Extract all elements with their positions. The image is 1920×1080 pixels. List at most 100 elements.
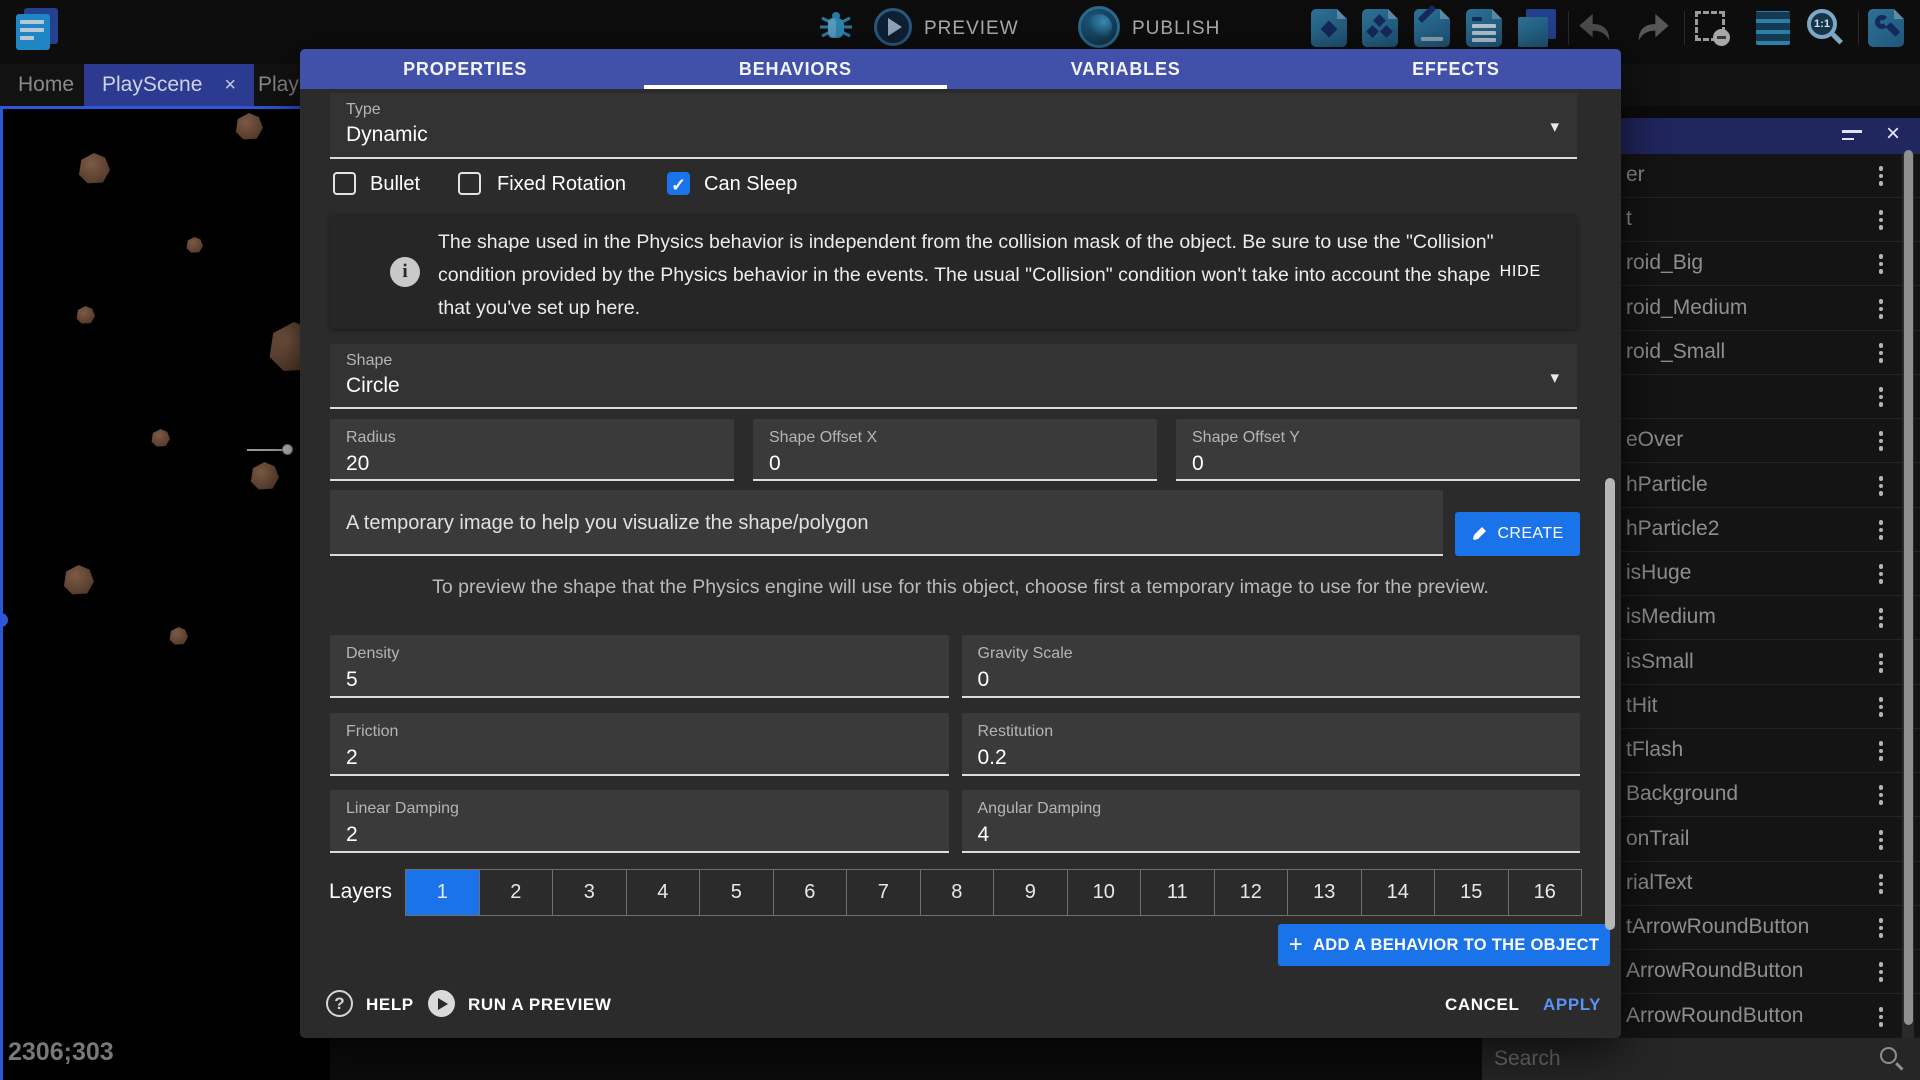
publish-globe-icon[interactable] xyxy=(1078,6,1120,48)
selection-handle[interactable] xyxy=(282,444,293,455)
preview-button[interactable]: PREVIEW xyxy=(924,18,1019,40)
publish-button[interactable]: PUBLISH xyxy=(1132,18,1220,40)
run-preview-button[interactable]: RUN A PREVIEW xyxy=(468,995,612,1015)
object-menu-icon[interactable] xyxy=(1872,560,1890,588)
layer-button-7[interactable]: 7 xyxy=(846,870,920,915)
object-menu-icon[interactable] xyxy=(1872,781,1890,809)
layer-button-11[interactable]: 11 xyxy=(1140,870,1214,915)
grid-icon[interactable] xyxy=(1754,9,1792,47)
layers-panel-icon[interactable] xyxy=(1518,9,1556,47)
search-input[interactable] xyxy=(1494,1043,1854,1075)
sidebar-scrollbar-thumb[interactable] xyxy=(1904,150,1913,1025)
preview-play-icon[interactable] xyxy=(874,8,912,46)
object-menu-icon[interactable] xyxy=(1872,826,1890,854)
zoom-1-1-icon[interactable]: 1:1 xyxy=(1805,9,1843,47)
dialog-scrollbar-thumb[interactable] xyxy=(1605,478,1615,930)
object-menu-icon[interactable] xyxy=(1872,383,1890,411)
object-menu-icon[interactable] xyxy=(1872,339,1890,367)
hide-button[interactable]: HIDE xyxy=(1492,259,1549,285)
scene-edge-handle[interactable] xyxy=(0,613,8,627)
layer-button-13[interactable]: 13 xyxy=(1287,870,1361,915)
layer-button-3[interactable]: 3 xyxy=(552,870,626,915)
restitution-field[interactable]: Restitution 0.2 xyxy=(962,713,1581,776)
temporary-image-field[interactable]: A temporary image to help you visualize … xyxy=(330,490,1443,556)
tab-behaviors[interactable]: BEHAVIORS xyxy=(630,49,960,89)
redo-icon[interactable] xyxy=(1632,12,1672,46)
layer-button-6[interactable]: 6 xyxy=(773,870,847,915)
object-menu-icon[interactable] xyxy=(1872,427,1890,455)
object-menu-icon[interactable] xyxy=(1872,250,1890,278)
tab-variables[interactable]: VARIABLES xyxy=(961,49,1291,89)
cancel-button[interactable]: CANCEL xyxy=(1445,995,1519,1015)
object-menu-icon[interactable] xyxy=(1872,870,1890,898)
object-menu-icon[interactable] xyxy=(1872,472,1890,500)
layer-button-1[interactable]: 1 xyxy=(406,870,479,915)
tab-home[interactable]: Home xyxy=(0,64,92,106)
asteroid-object[interactable] xyxy=(186,237,203,253)
tab-properties[interactable]: PROPERTIES xyxy=(300,49,630,89)
shape-dropdown[interactable]: Shape Circle ▾ xyxy=(330,344,1577,409)
object-menu-icon[interactable] xyxy=(1872,958,1890,986)
undo-icon[interactable] xyxy=(1576,12,1616,46)
open-objects-icon[interactable] xyxy=(1362,9,1400,47)
open-events-editor-icon[interactable] xyxy=(1414,9,1452,47)
gravity-scale-field[interactable]: Gravity Scale 0 xyxy=(962,635,1581,698)
object-menu-icon[interactable] xyxy=(1872,604,1890,632)
asteroid-object[interactable] xyxy=(250,462,279,490)
fixed-rotation-checkbox[interactable] xyxy=(458,172,481,195)
layer-button-16[interactable]: 16 xyxy=(1508,870,1582,915)
object-menu-icon[interactable] xyxy=(1872,737,1890,765)
object-menu-icon[interactable] xyxy=(1872,649,1890,677)
angular-damping-field[interactable]: Angular Damping 4 xyxy=(962,790,1581,853)
open-events-list-icon[interactable] xyxy=(1466,9,1504,47)
layer-button-14[interactable]: 14 xyxy=(1361,870,1435,915)
layer-button-10[interactable]: 10 xyxy=(1067,870,1141,915)
object-menu-icon[interactable] xyxy=(1872,162,1890,190)
project-manager-icon[interactable] xyxy=(14,6,64,52)
filter-icon[interactable] xyxy=(1842,130,1862,140)
asteroid-object[interactable] xyxy=(151,429,170,447)
help-icon[interactable]: ? xyxy=(326,990,353,1017)
layer-button-8[interactable]: 8 xyxy=(920,870,994,915)
object-menu-icon[interactable] xyxy=(1872,914,1890,942)
layer-button-15[interactable]: 15 xyxy=(1434,870,1508,915)
run-preview-icon[interactable] xyxy=(428,990,455,1017)
asteroid-object[interactable] xyxy=(63,565,94,595)
type-dropdown[interactable]: Type Dynamic ▾ xyxy=(330,93,1577,159)
open-scene-editor-icon[interactable] xyxy=(1311,9,1349,47)
layer-button-9[interactable]: 9 xyxy=(993,870,1067,915)
debugger-bug-icon[interactable] xyxy=(818,10,854,42)
layer-button-5[interactable]: 5 xyxy=(699,870,773,915)
create-button[interactable]: CREATE xyxy=(1455,512,1580,556)
tab-effects[interactable]: EFFECTS xyxy=(1291,49,1621,89)
object-menu-icon[interactable] xyxy=(1872,1003,1890,1031)
object-menu-icon[interactable] xyxy=(1872,516,1890,544)
linear-damping-field[interactable]: Linear Damping 2 xyxy=(330,790,949,853)
density-field[interactable]: Density 5 xyxy=(330,635,949,698)
asteroid-object[interactable] xyxy=(76,306,95,324)
radius-field[interactable]: Radius 20 xyxy=(330,419,734,481)
tab-playscene[interactable]: PlayScene × xyxy=(84,64,254,106)
bullet-checkbox[interactable] xyxy=(333,172,356,195)
help-button[interactable]: HELP xyxy=(366,995,414,1015)
asteroid-object[interactable] xyxy=(235,113,263,140)
object-menu-icon[interactable] xyxy=(1872,206,1890,234)
friction-field[interactable]: Friction 2 xyxy=(330,713,949,776)
shape-offset-y-field[interactable]: Shape Offset Y 0 xyxy=(1176,419,1580,481)
layer-button-2[interactable]: 2 xyxy=(479,870,553,915)
shape-offset-x-field[interactable]: Shape Offset X 0 xyxy=(753,419,1157,481)
close-panel-icon[interactable]: × xyxy=(1886,120,1900,148)
delete-selection-mask-icon[interactable] xyxy=(1693,9,1731,47)
close-tab-icon[interactable]: × xyxy=(224,74,236,97)
object-menu-icon[interactable] xyxy=(1872,295,1890,323)
can-sleep-checkbox[interactable]: ✓ xyxy=(667,172,690,195)
apply-button[interactable]: APPLY xyxy=(1543,995,1601,1015)
asteroid-object[interactable] xyxy=(169,627,188,645)
scene-canvas[interactable] xyxy=(0,106,330,1080)
asteroid-object[interactable] xyxy=(78,153,110,184)
layer-button-12[interactable]: 12 xyxy=(1214,870,1288,915)
add-behavior-button[interactable]: + ADD A BEHAVIOR TO THE OBJECT xyxy=(1278,924,1610,966)
layer-button-4[interactable]: 4 xyxy=(626,870,700,915)
object-menu-icon[interactable] xyxy=(1872,693,1890,721)
preferences-tools-icon[interactable] xyxy=(1868,9,1906,47)
